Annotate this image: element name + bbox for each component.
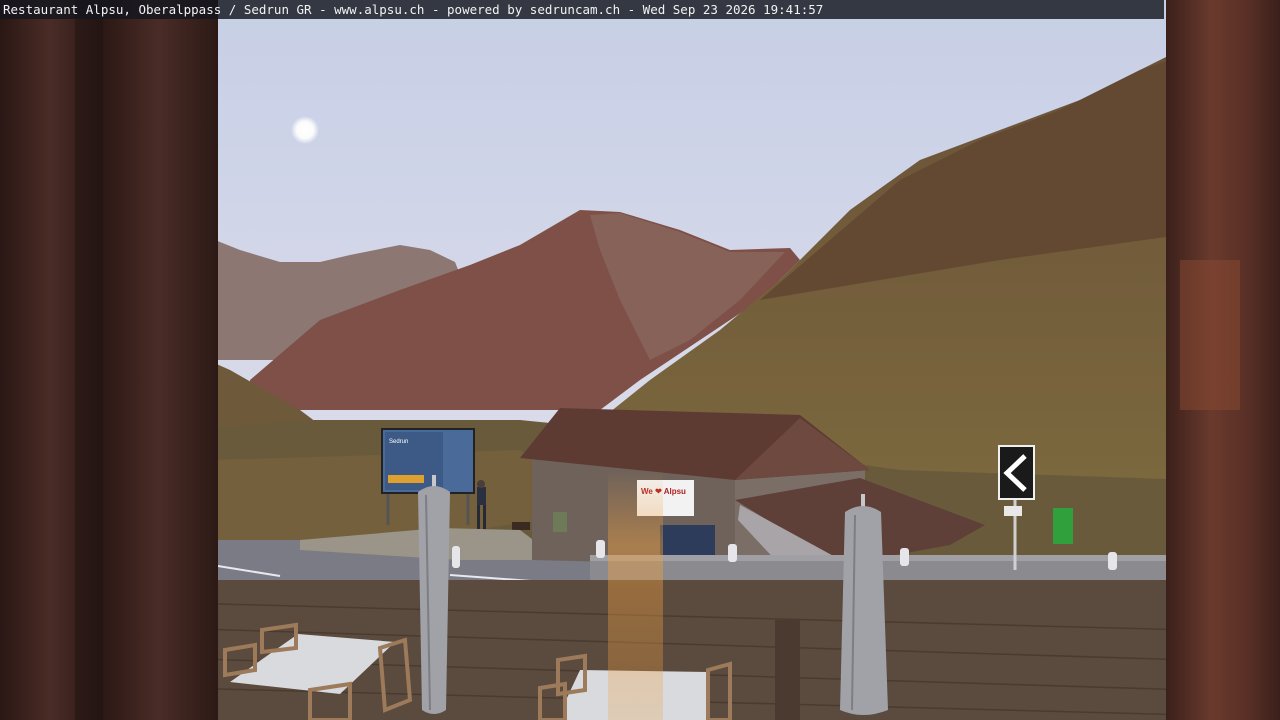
window-mullion-left [100, 0, 218, 720]
webcam-caption: Restaurant Alpsu, Oberalppass / Sedrun G… [0, 0, 1164, 19]
railing-post [775, 620, 800, 720]
waste-bin [1053, 508, 1073, 544]
moon [291, 116, 319, 144]
hut-banner [660, 525, 715, 558]
window-reflection [608, 470, 663, 720]
parasol-closed [418, 475, 450, 714]
webcam-view: Sedrun We ❤ Alpsu Restaurant Alpsu, Ober… [0, 0, 1280, 720]
parasol-closed [840, 494, 888, 715]
webcam-image: Sedrun We ❤ Alpsu [0, 0, 1280, 720]
billboard-label: Sedrun [389, 439, 408, 445]
